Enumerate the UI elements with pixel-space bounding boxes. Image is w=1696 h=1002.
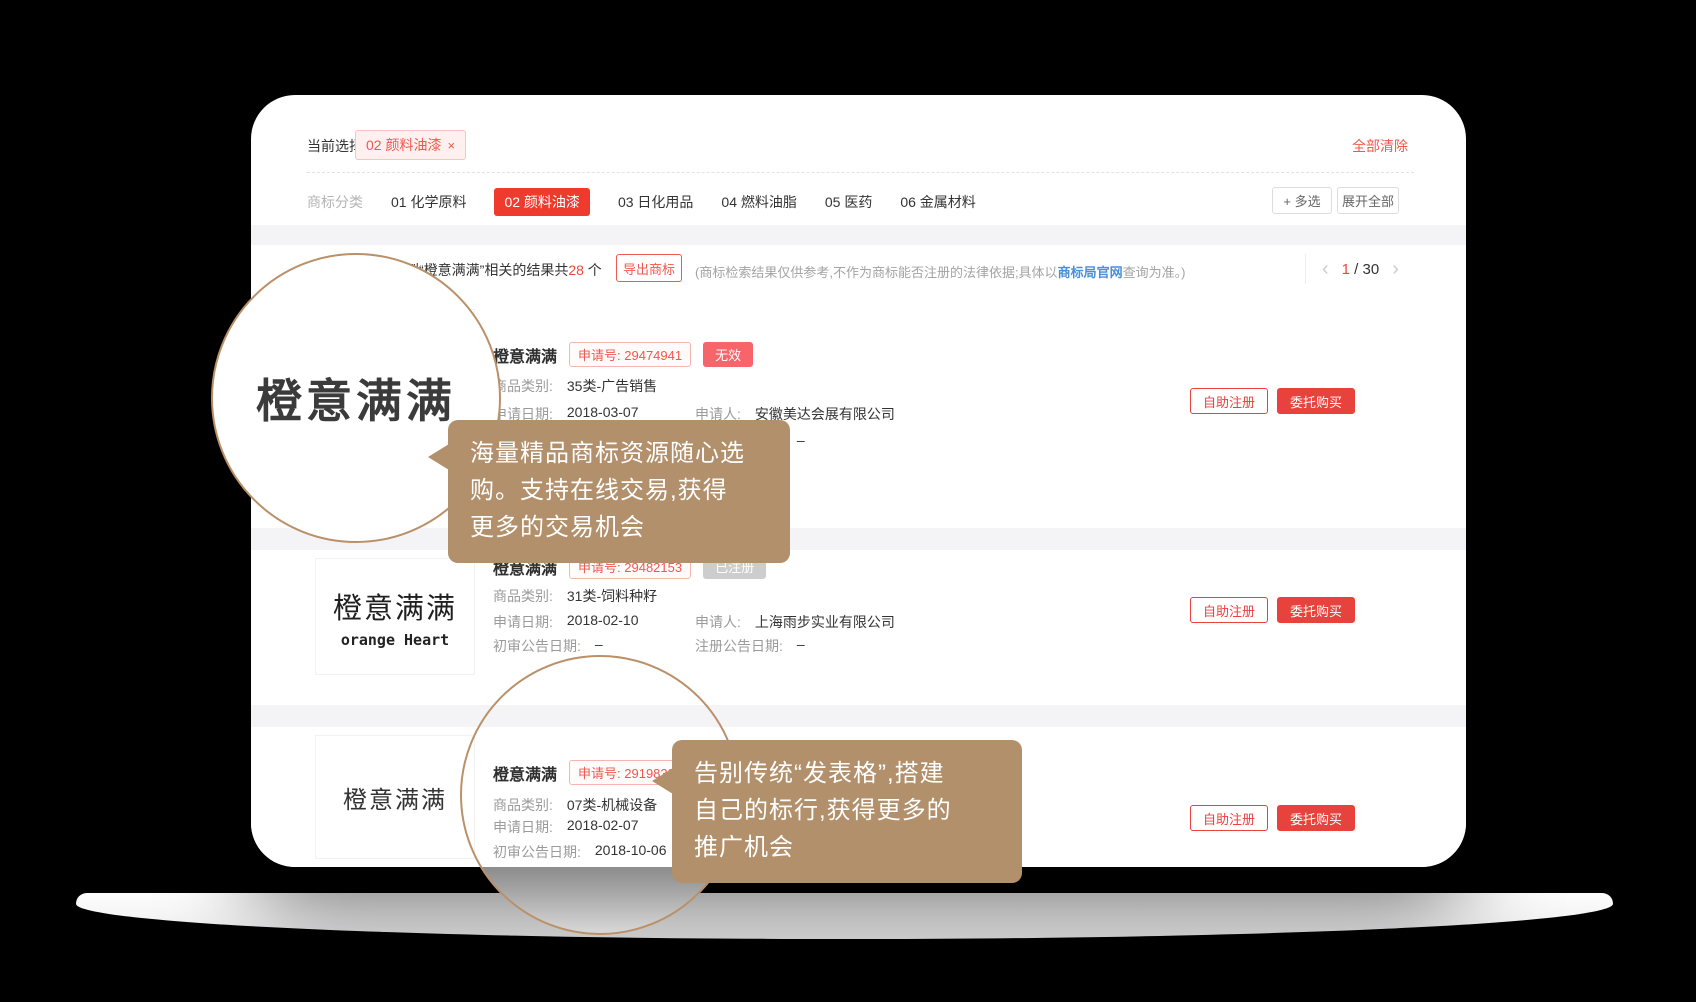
entrust-purchase-button[interactable]: 委托购买 <box>1277 597 1355 623</box>
application-number-badge: 申请号: 29474941 <box>569 342 691 367</box>
field-label: 申请人: <box>695 612 741 632</box>
section-divider-band <box>251 225 1466 245</box>
trademark-image-text: 橙意满满 <box>343 780 447 815</box>
category-item-06[interactable]: 06 金属材料 <box>900 188 975 216</box>
field-label: 商品类别: <box>493 586 553 606</box>
trademark-name: 橙意满满 <box>493 343 557 367</box>
trademark-office-link[interactable]: 商标局官网 <box>1058 265 1123 280</box>
trademark-image-2: 橙意满满 orange Heart <box>315 558 475 675</box>
results-count: 28 <box>568 262 584 278</box>
row-gap <box>251 528 1466 550</box>
divider <box>307 172 1414 173</box>
field-value: 上海雨步实业有限公司 <box>755 612 895 632</box>
field-label: 注册公告日期: <box>695 636 783 656</box>
laptop-base <box>76 893 1613 939</box>
category-item-03[interactable]: 03 日化用品 <box>618 188 693 216</box>
publish-line: 初审公告日期:– 注册公告日期:– <box>493 636 805 656</box>
entrust-purchase-button[interactable]: 委托购买 <box>1277 805 1355 831</box>
date-line: 申请日期: 2018-02-10 申请人: 上海雨步实业有限公司 <box>493 612 895 632</box>
entrust-purchase-button[interactable]: 委托购买 <box>1277 388 1355 414</box>
current-page: 1 <box>1342 261 1350 278</box>
category-item-05[interactable]: 05 医药 <box>825 188 872 216</box>
callout-tooltip-2: 告别传统“发表格”,搭建 自己的标行,获得更多的 推广机会 <box>672 740 1022 883</box>
row-gap <box>251 705 1466 727</box>
magnified-trademark-text: 橙意满满 <box>256 365 456 431</box>
expand-all-button[interactable]: 展开全部 <box>1337 187 1399 214</box>
trademark-image-3: 橙意满满 <box>315 735 475 859</box>
self-register-button[interactable]: 自助注册 <box>1190 388 1268 414</box>
field-label: 申请日期: <box>493 612 553 632</box>
prev-page-icon[interactable]: ‹ <box>1322 259 1329 279</box>
callout-tooltip-1: 海量精品商标资源随心选 购。支持在线交易,获得 更多的交易机会 <box>448 420 790 563</box>
self-register-button[interactable]: 自助注册 <box>1190 597 1268 623</box>
app-no-value: 29474941 <box>624 348 682 363</box>
category-line: 商品类别: 31类-饲料种籽 <box>493 586 695 606</box>
field-value: 2018-02-10 <box>567 612 639 632</box>
trademark-title-line: 橙意满满 申请号: 29474941 无效 <box>493 342 753 367</box>
status-badge: 无效 <box>703 342 753 367</box>
app-no-label: 申请号: <box>578 348 621 363</box>
results-count-unit: 个 <box>584 262 602 278</box>
field-value: 35类-广告销售 <box>567 376 657 396</box>
disclaimer-text-end: 查询为准。) <box>1123 265 1186 280</box>
tag-close-icon[interactable]: × <box>447 138 455 153</box>
field-label: 商品类别: <box>493 376 553 396</box>
disclaimer-note: (商标检索结果仅供参考,不作为商标能否注册的法律依据;具体以商标局官网查询为准。… <box>695 262 1185 281</box>
selected-filter-tag[interactable]: 02 颜料油漆 × <box>355 130 466 160</box>
field-value: – <box>595 636 603 656</box>
category-line: 商品类别: 35类-广告销售 <box>493 376 695 396</box>
self-register-button[interactable]: 自助注册 <box>1190 805 1268 831</box>
category-row: 商标分类 01 化学原料 02 颜料油漆 03 日化用品 04 燃料油脂 05 … <box>307 188 976 216</box>
multi-select-button[interactable]: + 多选 <box>1272 187 1332 214</box>
trademark-image-subtext: orange Heart <box>341 631 449 649</box>
field-value: – <box>797 432 805 452</box>
disclaimer-text: (商标检索结果仅供参考,不作为商标能否注册的法律依据;具体以 <box>695 265 1058 280</box>
clear-all-button[interactable]: 全部清除 <box>1352 136 1408 156</box>
category-item-04[interactable]: 04 燃料油脂 <box>721 188 796 216</box>
field-value: – <box>797 636 805 656</box>
next-page-icon[interactable]: › <box>1392 259 1399 279</box>
category-item-02-selected[interactable]: 02 颜料油漆 <box>494 188 589 216</box>
result-row-2: 橙意满满 orange Heart 橙意满满 申请号: 29482153 已注册… <box>251 550 1466 705</box>
page-indicator: 1 / 30 <box>1342 261 1380 278</box>
pagination: ‹ 1 / 30 › <box>1305 254 1399 284</box>
export-trademark-button[interactable]: 导出商标 <box>616 254 682 282</box>
total-pages: / 30 <box>1350 261 1379 278</box>
category-label: 商标分类 <box>307 192 363 212</box>
trademark-image-text: 橙意满满 <box>333 585 457 627</box>
category-item-01[interactable]: 01 化学原料 <box>391 188 466 216</box>
selected-filter-tag-label: 02 颜料油漆 <box>366 137 441 153</box>
field-value: 31类-饲料种籽 <box>567 586 657 606</box>
field-label: 初审公告日期: <box>493 636 581 656</box>
